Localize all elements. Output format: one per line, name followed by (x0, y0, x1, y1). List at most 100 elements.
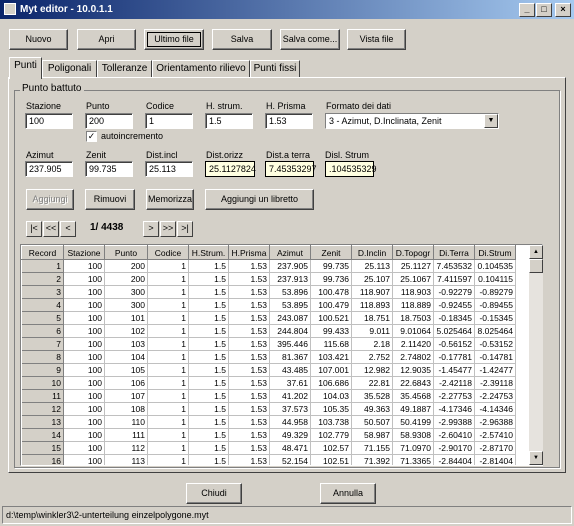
table-cell[interactable]: 1 (147, 428, 189, 442)
salva-come-button[interactable]: Salva come... (280, 29, 340, 50)
table-row[interactable]: 7 100 103 1 1.5 1.53 395.446 115.68 2.18 2.11420-… (21, 337, 516, 351)
record-cell[interactable]: 8 (21, 350, 64, 364)
table-cell[interactable]: 243.087 (269, 311, 311, 325)
table-cell[interactable]: 102.779 (310, 428, 352, 442)
table-cell[interactable]: 200 (104, 259, 148, 273)
table-cell[interactable]: 1 (147, 441, 189, 455)
record-cell[interactable]: 9 (21, 363, 64, 377)
table-cell[interactable]: 1.5 (188, 298, 229, 312)
chevron-down-icon[interactable]: ▼ (484, 114, 498, 128)
table-cell[interactable]: -2.39118 (474, 376, 516, 390)
minimize-button[interactable]: _ (519, 3, 535, 17)
formato-select[interactable]: 3 - Azimut, D.Inclinata, Zenit ▼ (325, 113, 499, 129)
column-header[interactable]: Punto (104, 245, 148, 260)
table-cell[interactable]: 53.895 (269, 298, 311, 312)
column-header[interactable]: Azimut (269, 245, 311, 260)
table-cell[interactable]: 100 (63, 441, 105, 455)
table-cell[interactable]: 99.736 (310, 272, 352, 286)
table-cell[interactable]: 18.751 (351, 311, 393, 325)
table-cell[interactable]: 1.53 (228, 285, 270, 299)
column-header[interactable]: H.Prisma (228, 245, 270, 260)
table-cell[interactable]: -0.89279 (474, 285, 516, 299)
table-cell[interactable]: 100 (63, 350, 105, 364)
table-cell[interactable]: 1 (147, 298, 189, 312)
table-row[interactable]: 2 100 200 1 1.5 1.53 237.913 99.736 25.107 25.106… (21, 272, 516, 286)
record-cell[interactable]: 1 (21, 259, 64, 273)
first-record-button[interactable]: |< (26, 221, 42, 237)
table-cell[interactable]: 49.363 (351, 402, 393, 416)
table-cell[interactable]: 1 (147, 285, 189, 299)
column-header[interactable]: Di.Strum (474, 245, 516, 260)
aggiungi-libretto-button[interactable]: Aggiungi un libretto (205, 189, 314, 210)
table-cell[interactable]: 1 (147, 259, 189, 273)
tab-orientamento-rilievo[interactable]: Orientamento rilievo (152, 60, 250, 78)
table-cell[interactable]: 102.57 (310, 441, 352, 455)
table-cell[interactable]: -2.24753 (474, 389, 516, 403)
record-cell[interactable]: 12 (21, 402, 64, 416)
table-cell[interactable]: 0.104115 (474, 272, 516, 286)
table-cell[interactable]: 100 (63, 324, 105, 338)
table-cell[interactable]: -0.56152 (433, 337, 475, 351)
table-cell[interactable]: 2.11420 (392, 337, 434, 351)
table-cell[interactable]: 99.433 (310, 324, 352, 338)
table-cell[interactable]: 99.735 (310, 259, 352, 273)
table-cell[interactable]: 237.905 (269, 259, 311, 273)
table-cell[interactable]: 107.001 (310, 363, 352, 377)
table-cell[interactable]: 9.011 (351, 324, 393, 338)
table-row[interactable]: 6 100 102 1 1.5 1.53 244.804 99.433 9.011 9.01064… (21, 324, 516, 338)
table-cell[interactable]: 1.5 (188, 441, 229, 455)
table-cell[interactable]: 12.982 (351, 363, 393, 377)
table-cell[interactable]: 118.903 (392, 285, 434, 299)
record-cell[interactable]: 10 (21, 376, 64, 390)
table-cell[interactable]: 1.5 (188, 363, 229, 377)
table-cell[interactable]: 9.01064 (392, 324, 434, 338)
scroll-thumb[interactable] (529, 259, 543, 273)
table-cell[interactable]: 100.521 (310, 311, 352, 325)
column-header[interactable]: Record (21, 245, 64, 260)
table-cell[interactable]: 100 (63, 337, 105, 351)
column-header[interactable]: Codice (147, 245, 189, 260)
table-cell[interactable]: 48.471 (269, 441, 311, 455)
table-cell[interactable]: -0.18345 (433, 311, 475, 325)
table-cell[interactable]: 115.68 (310, 337, 352, 351)
tab-punti[interactable]: Punti (9, 57, 42, 79)
record-cell[interactable]: 5 (21, 311, 64, 325)
table-cell[interactable]: -4.17346 (433, 402, 475, 416)
record-cell[interactable]: 16 (21, 454, 64, 465)
prev-record-button[interactable]: < (60, 221, 76, 237)
table-cell[interactable]: 1.53 (228, 324, 270, 338)
table-cell[interactable]: 112 (104, 441, 148, 455)
table-cell[interactable]: 25.107 (351, 272, 393, 286)
table-cell[interactable]: 1.53 (228, 363, 270, 377)
table-row[interactable]: 12 100 108 1 1.5 1.53 37.573 105.35 49.363 49.188… (21, 402, 516, 416)
table-cell[interactable]: -2.60410 (433, 428, 475, 442)
table-row[interactable]: 10 100 106 1 1.5 1.53 37.61 106.686 22.81 22.6843… (21, 376, 516, 390)
table-cell[interactable]: -2.87170 (474, 441, 516, 455)
last-record-button[interactable]: >| (177, 221, 193, 237)
table-cell[interactable]: 71.155 (351, 441, 393, 455)
table-cell[interactable]: 7.411597 (433, 272, 475, 286)
table-cell[interactable]: -0.89455 (474, 298, 516, 312)
table-cell[interactable]: 2.18 (351, 337, 393, 351)
column-header[interactable]: D.Topogr (392, 245, 434, 260)
table-cell[interactable]: 12.9035 (392, 363, 434, 377)
table-cell[interactable]: 50.4199 (392, 415, 434, 429)
table-cell[interactable]: 43.485 (269, 363, 311, 377)
table-cell[interactable]: 1 (147, 324, 189, 338)
table-cell[interactable]: 100 (63, 428, 105, 442)
table-cell[interactable]: 2.752 (351, 350, 393, 364)
record-cell[interactable]: 11 (21, 389, 64, 403)
records-grid[interactable]: Record Stazione Punto Codice H.Strum. H.Prism… (20, 244, 543, 466)
table-cell[interactable]: 104 (104, 350, 148, 364)
table-cell[interactable]: 1.5 (188, 428, 229, 442)
table-cell[interactable]: 1.5 (188, 311, 229, 325)
table-cell[interactable]: 103 (104, 337, 148, 351)
table-cell[interactable]: 1.53 (228, 402, 270, 416)
table-cell[interactable]: 1.5 (188, 337, 229, 351)
table-cell[interactable]: 1.53 (228, 337, 270, 351)
table-cell[interactable]: 25.1127 (392, 259, 434, 273)
table-cell[interactable]: 1.53 (228, 298, 270, 312)
table-cell[interactable]: 41.202 (269, 389, 311, 403)
table-cell[interactable]: 395.446 (269, 337, 311, 351)
table-cell[interactable]: 1.53 (228, 389, 270, 403)
